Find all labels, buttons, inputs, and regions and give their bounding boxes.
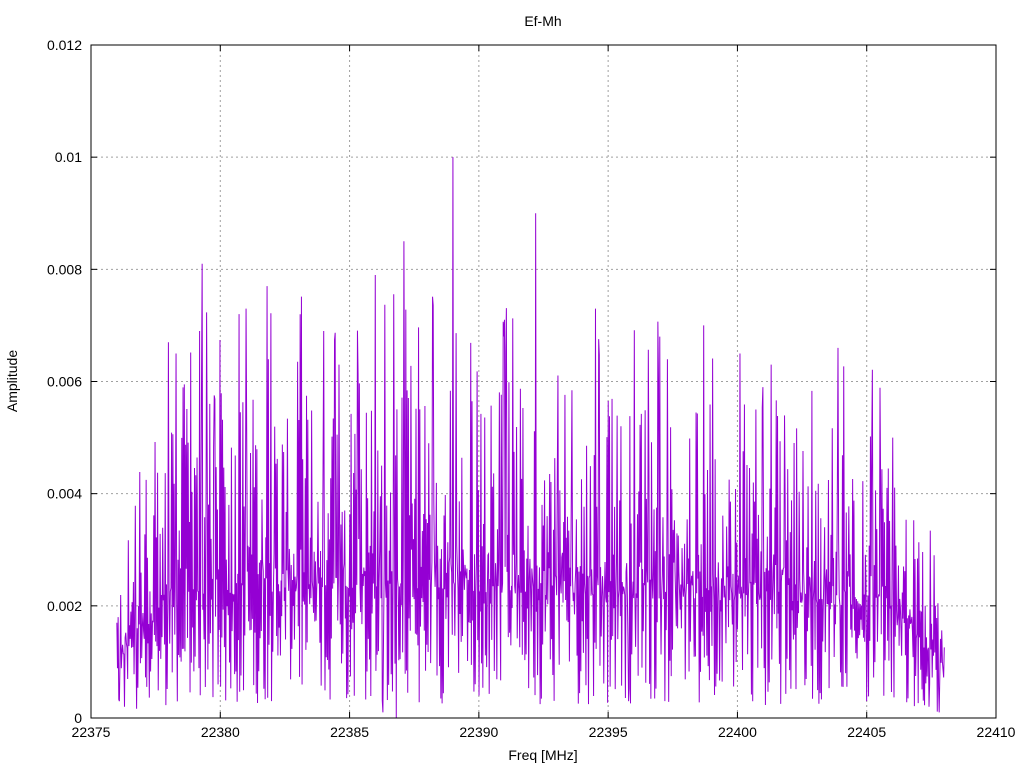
y-tick-label: 0 [74, 710, 82, 726]
x-tick-label: 22380 [201, 724, 240, 740]
chart-background [0, 0, 1024, 768]
x-tick-label: 22390 [459, 724, 498, 740]
y-tick-label: 0.006 [47, 374, 82, 390]
x-tick-label: 22410 [977, 724, 1016, 740]
y-tick-label: 0.008 [47, 261, 82, 277]
y-tick-label: 0.012 [47, 37, 82, 53]
x-tick-label: 22385 [330, 724, 369, 740]
y-tick-label: 0.01 [55, 149, 82, 165]
x-tick-label: 22405 [847, 724, 886, 740]
x-tick-label: 22375 [72, 724, 111, 740]
y-tick-label: 0.002 [47, 598, 82, 614]
y-tick-label: 0.004 [47, 486, 82, 502]
x-tick-label: 22395 [589, 724, 628, 740]
x-axis-label: Freq [MHz] [508, 747, 577, 763]
chart-title: Ef-Mh [524, 13, 561, 29]
chart: Ef-Mh Freq [MHz] Amplitude 22375 22380 223… [0, 0, 1024, 768]
y-axis-label: Amplitude [4, 350, 20, 412]
x-tick-label: 22400 [718, 724, 757, 740]
